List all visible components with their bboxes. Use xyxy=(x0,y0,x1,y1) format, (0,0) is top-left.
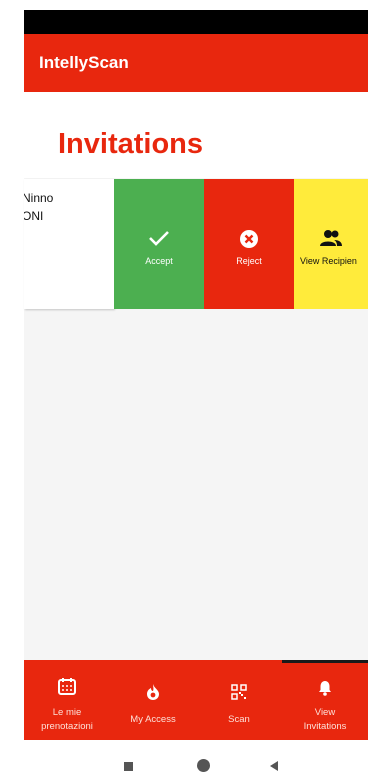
flame-icon xyxy=(110,684,196,700)
calendar-icon xyxy=(24,676,110,696)
nav-item-le-mie-prenotazioni[interactable]: Le mie prenotazioni xyxy=(24,660,110,740)
nav-label: Le mie xyxy=(52,707,82,718)
accept-label: Accept xyxy=(145,256,173,266)
app-bar: IntellyScan xyxy=(24,34,368,92)
nav-item-view-invitations[interactable]: View Invitations xyxy=(282,660,368,740)
nav-item-my-access[interactable]: My Access xyxy=(110,660,196,740)
people-icon xyxy=(294,229,368,247)
nav-label: prenotazioni xyxy=(41,721,93,732)
view-recipients-button[interactable]: View Recipien xyxy=(294,179,368,309)
bottom-navigation: Le mie prenotazioni My Access Scan View … xyxy=(24,660,368,740)
back-icon[interactable] xyxy=(270,761,278,771)
accept-button[interactable]: Accept xyxy=(114,179,204,309)
check-icon xyxy=(114,229,204,247)
qr-code-icon xyxy=(196,684,282,700)
nav-label: Invitations xyxy=(303,721,347,732)
nav-label: My Access xyxy=(130,714,176,725)
reject-button[interactable]: Reject xyxy=(204,179,294,309)
app-title: IntellyScan xyxy=(39,53,129,72)
invitation-card[interactable]: Ninno ONI xyxy=(24,179,114,309)
page-header: Invitations xyxy=(24,92,368,178)
invitation-name: Ninno xyxy=(24,191,54,205)
page-title: Invitations xyxy=(58,128,204,160)
nav-label: Scan xyxy=(228,714,250,725)
active-indicator xyxy=(282,660,368,663)
home-icon[interactable] xyxy=(197,759,210,772)
cancel-circle-icon xyxy=(204,229,294,249)
view-recipients-label: View Recipien xyxy=(300,256,357,266)
reject-label: Reject xyxy=(236,256,262,266)
invitation-surname: ONI xyxy=(24,209,44,223)
system-navigation-bar xyxy=(0,740,368,772)
status-bar xyxy=(24,10,368,34)
nav-label: View xyxy=(314,707,336,718)
bell-icon xyxy=(282,680,368,696)
nav-item-scan[interactable]: Scan xyxy=(196,660,282,740)
recents-icon[interactable] xyxy=(124,762,133,771)
